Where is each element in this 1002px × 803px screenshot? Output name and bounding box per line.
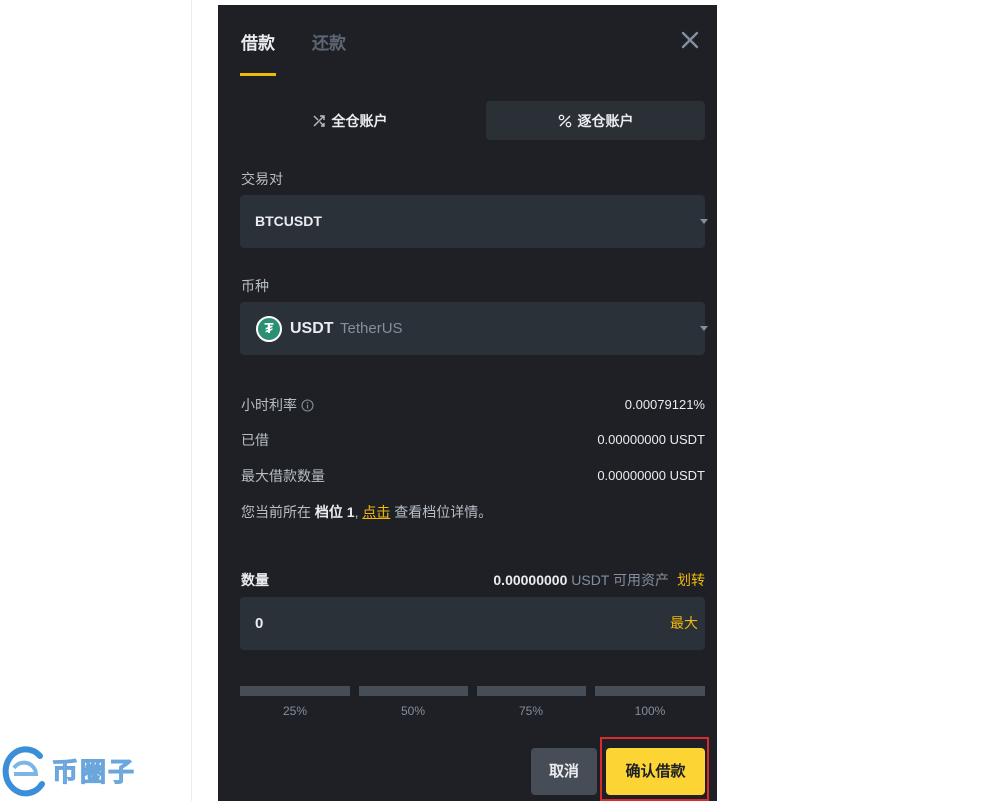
percent-bar-25[interactable] [240, 686, 350, 696]
cross-margin-icon [312, 114, 326, 128]
amount-label: 数量 [241, 572, 269, 588]
amount-header: 数量 0.00000000 USDT 可用资产 划转 [241, 568, 705, 592]
watermark-logo [2, 744, 46, 798]
coin-label: 币种 [241, 278, 269, 294]
tier-note-suffix: 查看档位详情。 [390, 504, 493, 520]
hourly-rate-row: 小时利率 0.00079121% [241, 393, 705, 417]
pair-select[interactable]: BTCUSDT [240, 195, 708, 248]
percent-bar-75[interactable] [477, 686, 586, 696]
borrow-modal: 借款 还款 全仓账户 逐仓账户 交易对 BTCUSDT 币种 ₮ USDT Te… [218, 5, 717, 801]
tab-borrow[interactable]: 借款 [241, 29, 275, 59]
caret-down-icon [700, 219, 708, 224]
page-divider [191, 0, 192, 801]
pair-value: BTCUSDT [255, 213, 322, 229]
transfer-link[interactable]: 划转 [677, 572, 705, 588]
isolated-margin-tab[interactable]: 逐仓账户 [486, 101, 705, 140]
tier-level: 档位 1 [314, 504, 355, 520]
hourly-rate-label: 小时利率 [241, 397, 297, 413]
isolated-margin-label: 逐仓账户 [577, 112, 634, 129]
max-button[interactable]: 最大 [670, 597, 698, 650]
amount-input[interactable] [255, 597, 635, 650]
caret-down-icon [700, 326, 708, 331]
percent-bar-50[interactable] [359, 686, 468, 696]
tab-repay[interactable]: 还款 [312, 29, 346, 59]
cancel-button[interactable]: 取消 [531, 748, 597, 795]
hourly-rate-value: 0.00079121% [624, 397, 705, 412]
tier-details-link[interactable]: 点击 [362, 504, 390, 520]
max-borrow-row: 最大借款数量 0.00000000 USDT [241, 464, 705, 488]
available-unit: USDT 可用资产 [567, 572, 669, 588]
tier-note: 您当前所在 档位 1, 点击 查看档位详情。 [241, 500, 492, 524]
amount-field: 最大 [240, 597, 705, 650]
percent-label-50[interactable]: 50% [383, 703, 443, 719]
borrowed-value: 0.00000000 USDT [597, 432, 705, 447]
max-borrow-value: 0.00000000 USDT [597, 468, 705, 483]
cross-margin-label: 全仓账户 [331, 112, 388, 129]
tether-icon: ₮ [256, 316, 282, 342]
close-icon[interactable] [680, 30, 700, 50]
tier-note-prefix: 您当前所在 [241, 504, 315, 520]
coin-name: TetherUS [340, 320, 403, 337]
borrowed-label: 已借 [241, 432, 269, 448]
borrowed-row: 已借 0.00000000 USDT [241, 428, 705, 452]
pair-label: 交易对 [241, 171, 283, 187]
percent-label-100[interactable]: 100% [620, 703, 680, 719]
percent-label-25[interactable]: 25% [265, 703, 325, 719]
coin-symbol: USDT [290, 320, 334, 337]
percent-bar-100[interactable] [595, 686, 705, 696]
highlight-box [600, 737, 709, 801]
watermark-text: 币圈子 [51, 757, 137, 788]
max-borrow-label: 最大借款数量 [241, 468, 325, 484]
info-icon[interactable] [301, 398, 314, 412]
isolated-margin-icon [558, 114, 572, 128]
cross-margin-tab[interactable]: 全仓账户 [240, 101, 459, 140]
available-amount: 0.00000000 [493, 572, 568, 588]
coin-select[interactable]: ₮ USDT TetherUS [240, 302, 708, 355]
percent-label-75[interactable]: 75% [501, 703, 561, 719]
active-tab-indicator [240, 73, 276, 76]
